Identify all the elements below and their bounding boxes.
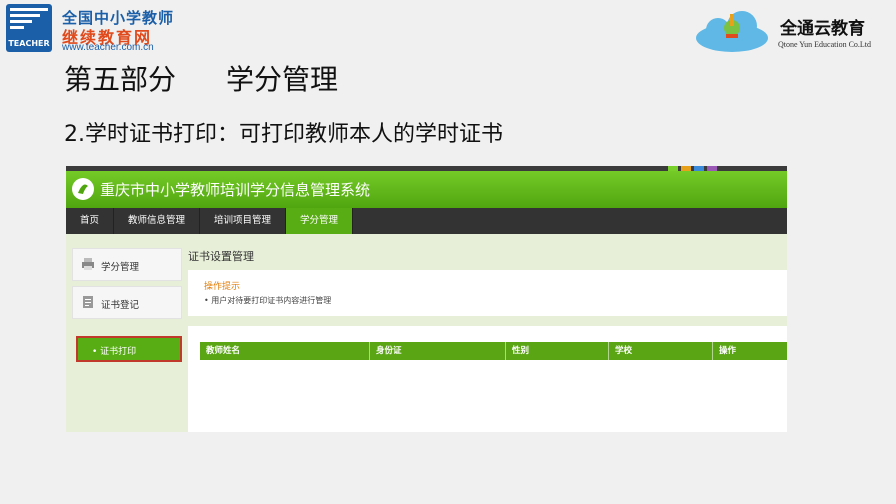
notice-title: 操作提示: [204, 282, 241, 292]
theme-color-dots: [665, 166, 717, 171]
column-teacher-name: 教师姓名: [200, 342, 370, 360]
sidebar: 学分管理 证书登记 • 证书打印: [72, 248, 182, 424]
column-gender: 性别: [506, 342, 609, 360]
app-body: 学分管理 证书登记 • 证书打印 证书设置管理 操作提示 • 用户对待要打印证书…: [66, 234, 787, 432]
certificate-table: 教师姓名 身份证 性别 学校 操作: [188, 326, 787, 432]
notice-text: • 用户对待要打印证书内容进行管理: [204, 296, 332, 305]
theme-dot-orange[interactable]: [681, 166, 691, 171]
teacher-mark-text: TEACHER: [8, 39, 49, 48]
printer-icon: [82, 258, 94, 270]
logo-url: www.teacher.com.cn: [62, 42, 154, 53]
sidebar-item-certificate-print[interactable]: • 证书打印: [76, 336, 182, 362]
sidebar-item-label: • 证书打印: [92, 347, 137, 357]
nav-training-projects[interactable]: 培训项目管理: [200, 208, 287, 234]
system-logo-icon: [72, 178, 94, 200]
sidebar-item-label: 证书登记: [101, 300, 140, 311]
theme-dot-purple[interactable]: [707, 166, 717, 171]
cloud-logo-icon: [696, 11, 768, 52]
nav-home[interactable]: 首页: [66, 208, 115, 234]
notice-panel: 操作提示 • 用户对待要打印证书内容进行管理: [188, 270, 787, 316]
main-nav: 首页 教师信息管理 培训项目管理 学分管理: [66, 208, 787, 234]
nav-credit-management[interactable]: 学分管理: [286, 208, 354, 234]
teacher-logo-icon: TEACHER: [6, 4, 52, 52]
qtone-name-en: Qtone Yun Education Co.Ltd: [778, 40, 872, 49]
table-header: 教师姓名 身份证 性别 学校 操作: [200, 342, 787, 360]
theme-dot-blue[interactable]: [694, 166, 704, 171]
column-school: 学校: [609, 342, 713, 360]
qtone-logo: 全通云教育 Qtone Yun Education Co.Ltd: [692, 8, 888, 56]
document-icon: [83, 296, 93, 308]
slide-subtitle: 2.学时证书打印：可打印教师本人的学时证书: [64, 122, 503, 147]
app-screenshot: 重庆市中小学教师培训学分信息管理系统 首页 教师信息管理 培训项目管理 学分管理…: [66, 166, 787, 432]
sidebar-item-credit-management[interactable]: 学分管理: [72, 248, 182, 281]
column-actions: 操作: [719, 346, 737, 356]
section-name: 学分管理: [226, 63, 339, 96]
app-banner: 重庆市中小学教师培训学分信息管理系统: [66, 166, 787, 208]
sidebar-item-certificate-register[interactable]: 证书登记: [72, 286, 182, 319]
teacher-logo: TEACHER 全国中小学教师 继续教育网 www.teacher.com.cn: [6, 4, 206, 54]
qtone-name-cn: 全通云教育: [780, 19, 865, 39]
slide-title: 第五部分 学分管理: [64, 58, 338, 98]
system-title: 重庆市中小学教师培训学分信息管理系统: [100, 181, 371, 199]
column-id-card: 身份证: [370, 342, 506, 360]
sidebar-item-label: 学分管理: [101, 262, 140, 273]
content-title: 证书设置管理: [188, 250, 254, 263]
section-number: 第五部分: [64, 63, 177, 96]
nav-teacher-info[interactable]: 教师信息管理: [114, 208, 201, 234]
theme-dot-green[interactable]: [668, 166, 678, 171]
